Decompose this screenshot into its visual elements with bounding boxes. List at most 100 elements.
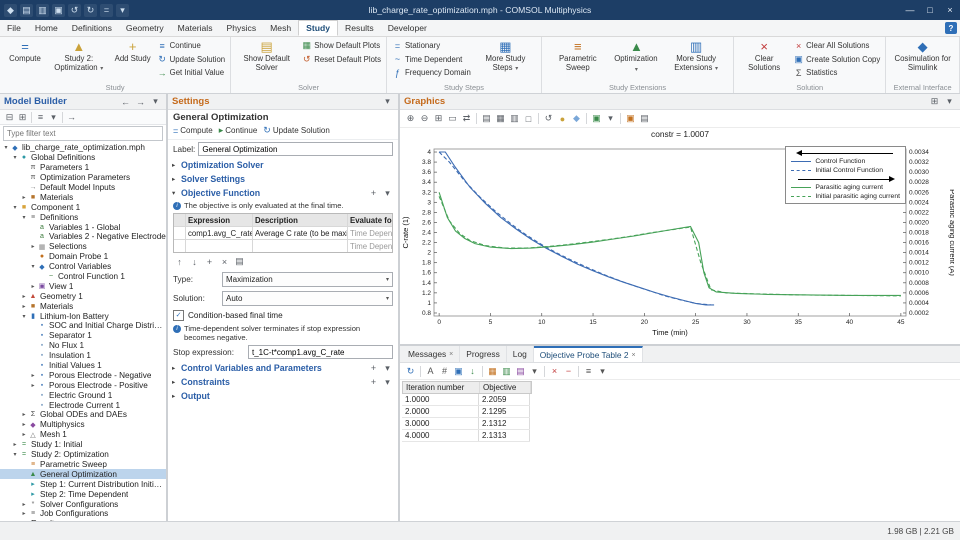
objective-description-cell[interactable]	[253, 240, 348, 252]
section-constraints[interactable]: ▸ Constraints + ▾	[168, 375, 398, 389]
tree-node-separator-1[interactable]: ▪ Separator 1	[0, 331, 166, 341]
type-select[interactable]: Maximization ▾	[222, 272, 393, 287]
tree-node-initial-values-1[interactable]: ▪ Initial Values 1	[0, 361, 166, 371]
zoom-out-icon[interactable]: ⊖	[418, 112, 431, 125]
menu-tab-developer[interactable]: Developer	[381, 20, 434, 36]
panel-menu-icon[interactable]: ▾	[943, 95, 956, 108]
ribbon-clear-solutions-button[interactable]: × Clear Solutions	[737, 38, 791, 73]
ribbon-update-solution-button[interactable]: ↻ Update Solution	[155, 53, 227, 67]
section-control-variables-and-parameters[interactable]: ▸ Control Variables and Parameters + ▾	[168, 361, 398, 375]
plot-in-new-window-icon[interactable]: ⊞	[928, 95, 941, 108]
expand-all-icon[interactable]: ⊞	[16, 111, 29, 124]
minimize-button[interactable]: —	[900, 0, 920, 20]
tree-node-solver-configurations[interactable]: ▸ * Solver Configurations	[0, 499, 166, 509]
ribbon-statistics-button[interactable]: Σ Statistics	[791, 66, 882, 80]
tree-node-insulation-1[interactable]: ▪ Insulation 1	[0, 351, 166, 361]
close-tab-icon[interactable]: ×	[632, 352, 636, 359]
chevron-right-icon[interactable]: ▸	[20, 411, 28, 418]
ascii-format-icon[interactable]: A	[424, 365, 437, 378]
tab-messages[interactable]: Messages ×	[402, 346, 461, 362]
tree-node-job-configurations[interactable]: ▸ ≡ Job Configurations	[0, 509, 166, 519]
tree-node-selections[interactable]: ▸ ▦ Selections	[0, 242, 166, 252]
chevron-right-icon[interactable]: ▸	[20, 431, 28, 438]
save-icon[interactable]: ▣	[52, 3, 65, 17]
go-to-node-icon[interactable]: →	[65, 111, 78, 124]
scene-light-icon[interactable]: ●	[556, 112, 569, 125]
compute-quick-icon[interactable]: =	[100, 3, 113, 17]
chevron-down-icon[interactable]: ▾	[2, 144, 10, 151]
tree-node-control-function-1[interactable]: ~ Control Function 1	[0, 272, 166, 282]
ribbon-clear-all-solutions-button[interactable]: × Clear All Solutions	[791, 39, 882, 53]
panel-menu-icon[interactable]: ▾	[149, 95, 162, 108]
probe-table-column-header[interactable]: Objective	[480, 382, 531, 393]
tree-node-step-1-current-distribution-initialization[interactable]: ▸Step 1: Current Distribution Initializa…	[0, 479, 166, 489]
print-icon[interactable]: ▤	[638, 112, 651, 125]
menu-tab-definitions[interactable]: Definitions	[65, 20, 119, 36]
plot-menu-icon[interactable]: ▾	[604, 112, 617, 125]
zoom-extents-icon[interactable]: ⊞	[432, 112, 445, 125]
redo-icon[interactable]: ↻	[84, 3, 97, 17]
label-input[interactable]	[198, 142, 393, 156]
panel-menu-icon[interactable]: ▾	[381, 95, 394, 108]
move-down-icon[interactable]: ↓	[188, 255, 201, 268]
solution-select[interactable]: Auto ▾	[222, 291, 393, 306]
chevron-right-icon[interactable]: ▸	[20, 303, 28, 310]
section-solver-settings[interactable]: ▸ Solver Settings	[168, 172, 398, 186]
plot-settings-icon[interactable]: ▣	[590, 112, 603, 125]
probe-table-row[interactable]: 3.0000 2.1312	[402, 418, 530, 430]
chevron-right-icon[interactable]: ▸	[20, 293, 28, 300]
chevron-down-icon[interactable]: ▾	[20, 214, 28, 221]
objective-expression-cell[interactable]: comp1.avg_C_rate	[186, 227, 253, 239]
chevron-right-icon[interactable]: ▸	[11, 441, 19, 448]
more-icon[interactable]: ▾	[596, 365, 609, 378]
new-file-icon[interactable]: ▤	[20, 3, 33, 17]
move-up-icon[interactable]: ↑	[173, 255, 186, 268]
tree-node-materials[interactable]: ▸ ■ Materials	[0, 301, 166, 311]
ribbon-frequency-domain-button[interactable]: ƒ Frequency Domain	[390, 66, 473, 80]
tree-node-study-2-optimization[interactable]: ▾ = Study 2: Optimization	[0, 450, 166, 460]
chevron-down-icon[interactable]: ▾	[11, 204, 19, 211]
tree-node-parametric-sweep[interactable]: ≡ Parametric Sweep	[0, 460, 166, 470]
section-menu-icon[interactable]: ▾	[381, 376, 394, 389]
tree-node-mesh-1[interactable]: ▸ △ Mesh 1	[0, 430, 166, 440]
chevron-down-icon[interactable]: ▾	[11, 154, 19, 161]
menu-tab-geometry[interactable]: Geometry	[119, 20, 171, 36]
tree-node-control-variables[interactable]: ▾ ◆ Control Variables	[0, 262, 166, 272]
ribbon-continue-button[interactable]: ≡ Continue	[155, 39, 227, 53]
probe-table-row[interactable]: 1.0000 2.2059	[402, 394, 530, 406]
ribbon-more-study-extensions-button[interactable]: ▥ More Study Extensions ▾	[662, 38, 730, 74]
ribbon-show-default-plots-button[interactable]: ▦ Show Default Plots	[299, 39, 383, 53]
ribbon-compute-button[interactable]: = Compute	[3, 38, 47, 65]
tree-node-materials[interactable]: ▸ ■ Materials	[0, 192, 166, 202]
tree-node-component-1[interactable]: ▾ ■ Component 1	[0, 202, 166, 212]
help-icon[interactable]: ?	[945, 22, 957, 34]
add-icon[interactable]: +	[367, 187, 380, 200]
tree-node-study-1-initial[interactable]: ▸ = Study 1: Initial	[0, 440, 166, 450]
stop-expression-input[interactable]	[248, 345, 393, 359]
tree-node-lithium-ion-battery[interactable]: ▾ ▮ Lithium-Ion Battery	[0, 311, 166, 321]
chevron-right-icon[interactable]: ▸	[20, 421, 28, 428]
settings-continue-button[interactable]: ▸ Continue	[219, 125, 258, 136]
chevron-right-icon[interactable]: ▸	[20, 501, 28, 508]
add-icon[interactable]: +	[367, 376, 380, 389]
histogram-icon[interactable]: ▤	[514, 365, 527, 378]
objective-expression-cell[interactable]	[186, 240, 253, 252]
tree-node-porous-electrode-negative[interactable]: ▸ ▪ Porous Electrode - Negative	[0, 370, 166, 380]
chevron-right-icon[interactable]: ▸	[20, 194, 28, 201]
tree-node-variables-2-negative-electrode[interactable]: a Variables 2 - Negative Electrode	[0, 232, 166, 242]
menu-tab-study[interactable]: Study	[298, 20, 339, 36]
tab-log[interactable]: Log	[507, 346, 534, 362]
ribbon-add-study-button[interactable]: + Add Study	[111, 38, 155, 65]
tab-progress[interactable]: Progress	[460, 346, 507, 362]
tree-node-global-definitions[interactable]: ▾ ● Global Definitions	[0, 153, 166, 163]
ribbon-create-solution-copy-button[interactable]: ▣ Create Solution Copy	[791, 53, 882, 67]
objective-evaluate-for-cell[interactable]: Time Dependent	[348, 240, 392, 252]
chevron-down-icon[interactable]: ▾	[29, 263, 37, 270]
clear-table-icon[interactable]: ×	[548, 365, 561, 378]
section-output[interactable]: ▸ Output	[168, 389, 398, 403]
tree-node-electrode-current-1[interactable]: ▪ Electrode Current 1	[0, 400, 166, 410]
filter-icon[interactable]: ▾	[528, 365, 541, 378]
tree-node-electric-ground-1[interactable]: ▪ Electric Ground 1	[0, 390, 166, 400]
menu-tab-results[interactable]: Results	[338, 20, 381, 36]
menu-tab-home[interactable]: Home	[28, 20, 65, 36]
